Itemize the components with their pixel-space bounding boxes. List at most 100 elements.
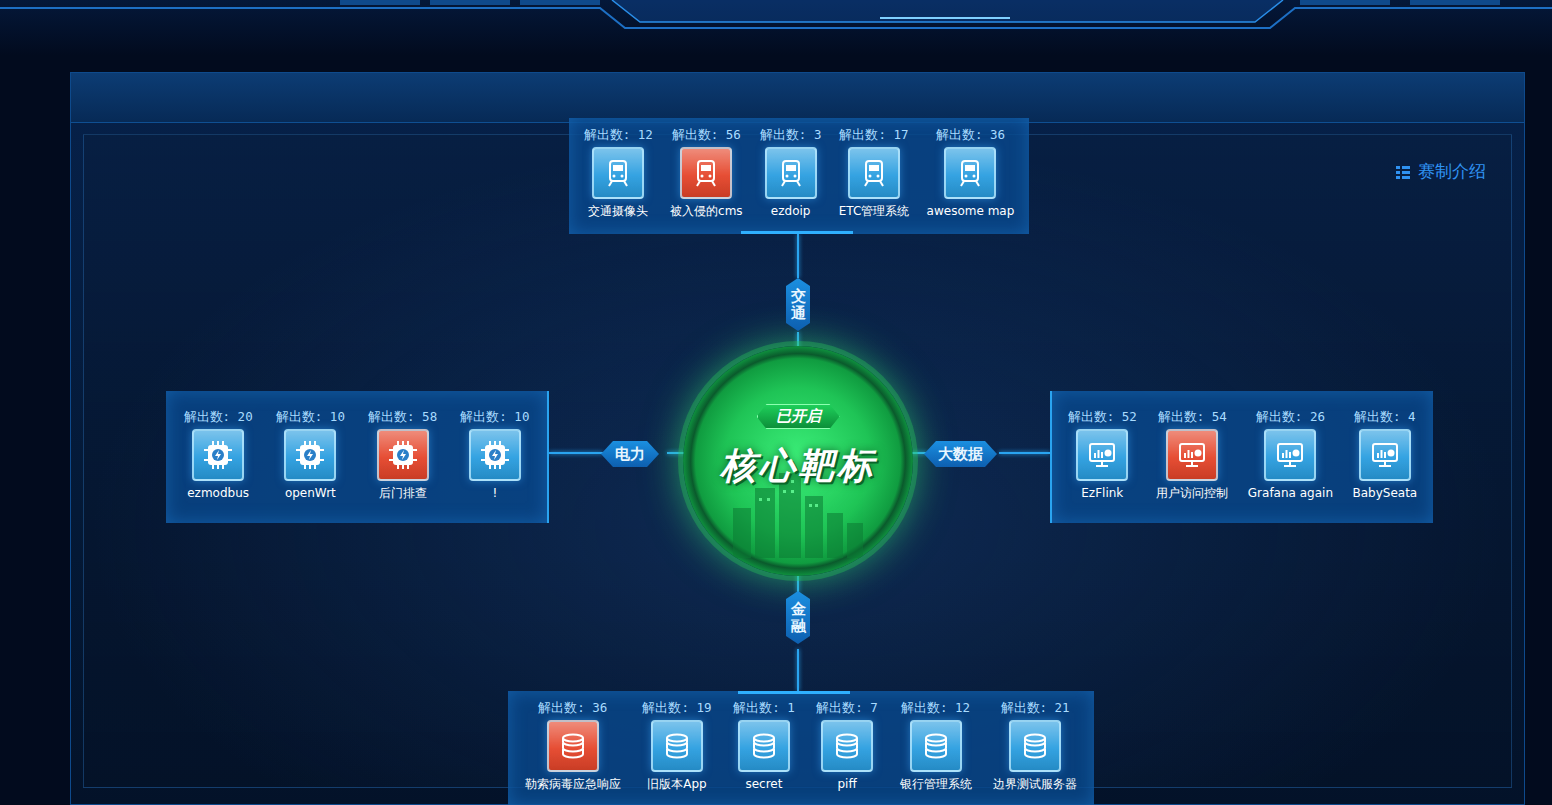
challenge-name[interactable]: BabySeata	[1353, 486, 1418, 502]
challenge-tile[interactable]	[192, 429, 244, 481]
challenge-name[interactable]: 旧版本App	[647, 777, 706, 793]
solve-count: 解出数: 58	[368, 409, 437, 424]
challenge-name[interactable]: 后门排查	[379, 486, 427, 502]
solve-count: 解出数: 12	[584, 127, 653, 142]
sector-label-text: 大数据	[938, 443, 983, 466]
challenge-item[interactable]: 解出数: 21边界测试服务器	[993, 700, 1077, 793]
challenge-tile[interactable]	[1076, 429, 1128, 481]
challenge-name[interactable]: EzFlink	[1081, 486, 1123, 502]
sector-group: 解出数: 12交通摄像头解出数: 56被入侵的cms解出数: 3ezdoip解出…	[569, 118, 1029, 234]
train-icon	[776, 158, 806, 188]
coins-icon	[662, 731, 692, 761]
challenge-item[interactable]: 解出数: 20 ezmodbus	[184, 409, 253, 502]
intro-link[interactable]: 赛制介绍	[1396, 159, 1486, 185]
challenge-name[interactable]: 用户访问控制	[1156, 486, 1228, 502]
chip-icon	[388, 440, 418, 470]
connector-line	[549, 452, 603, 454]
challenge-tile[interactable]	[680, 147, 732, 199]
challenge-item[interactable]: 解出数: 52 EzFlink	[1068, 409, 1137, 502]
intro-text[interactable]: 赛制介绍	[1418, 159, 1486, 185]
challenge-item[interactable]: 解出数: 58 后门排查	[368, 409, 437, 502]
connector-line	[999, 452, 1050, 454]
challenge-item[interactable]: 解出数: 54用户访问控制	[1156, 409, 1228, 502]
challenge-tile[interactable]	[944, 147, 996, 199]
challenge-item[interactable]: 解出数: 19旧版本App	[642, 700, 711, 793]
challenge-tile[interactable]	[592, 147, 644, 199]
solve-count: 解出数: 20	[184, 409, 253, 424]
core-target[interactable]: 已开启核心靶标	[683, 346, 913, 576]
challenge-name[interactable]: ezmodbus	[187, 486, 249, 502]
challenge-tile[interactable]	[765, 147, 817, 199]
coins-icon	[749, 731, 779, 761]
coins-icon	[921, 731, 951, 761]
solve-count: 解出数: 52	[1068, 409, 1137, 424]
challenge-name[interactable]: 边界测试服务器	[993, 777, 1077, 793]
challenge-item[interactable]: 解出数: 36 勒索病毒应急响应	[525, 700, 621, 793]
train-icon	[955, 158, 985, 188]
challenge-tile[interactable]	[547, 720, 599, 772]
challenge-tile[interactable]	[651, 720, 703, 772]
solve-count: 解出数: 56	[672, 127, 741, 142]
challenge-name[interactable]: 被入侵的cms	[670, 204, 743, 220]
challenge-tile[interactable]	[1166, 429, 1218, 481]
challenge-item[interactable]: 解出数: 17 ETC管理系统	[839, 127, 910, 220]
sector-label: 交通	[786, 278, 810, 331]
challenge-name[interactable]: openWrt	[285, 486, 336, 502]
challenge-tile[interactable]	[821, 720, 873, 772]
challenge-name[interactable]: Grafana again	[1248, 486, 1333, 502]
challenge-tile[interactable]	[284, 429, 336, 481]
challenge-tile[interactable]	[1009, 720, 1061, 772]
solve-count: 解出数: 17	[839, 127, 908, 142]
train-icon	[603, 158, 633, 188]
solve-count: 解出数: 10	[460, 409, 529, 424]
sector-label: 电力	[601, 441, 659, 467]
monitor-icon	[1275, 440, 1305, 470]
list-icon	[1396, 165, 1410, 179]
chip-icon	[295, 440, 325, 470]
solve-count: 解出数: 36	[538, 700, 607, 715]
challenge-tile[interactable]	[1264, 429, 1316, 481]
challenge-item[interactable]: 解出数: 12 交通摄像头	[584, 127, 653, 220]
challenge-tile[interactable]	[469, 429, 521, 481]
challenge-name[interactable]: 银行管理系统	[900, 777, 972, 793]
challenge-name[interactable]: ezdoip	[771, 204, 811, 220]
challenge-item[interactable]: 解出数: 10openWrt	[276, 409, 345, 502]
challenge-item[interactable]: 解出数: 3 ezdoip	[760, 127, 822, 220]
challenge-item[interactable]: 解出数: 56 被入侵的cms	[670, 127, 743, 220]
challenge-item[interactable]: 解出数: 1secret	[733, 700, 795, 793]
sector-label: 金融	[786, 591, 810, 644]
coins-icon	[1020, 731, 1050, 761]
coins-icon	[558, 731, 588, 761]
connector-line	[797, 649, 799, 691]
top-bar	[0, 0, 1552, 55]
challenge-name[interactable]: 交通摄像头	[588, 204, 648, 220]
challenge-item[interactable]: 解出数: 10!	[460, 409, 529, 502]
panel-header	[71, 73, 1524, 123]
challenge-item[interactable]: 解出数: 7 piff	[816, 700, 878, 793]
solve-count: 解出数: 7	[816, 700, 878, 715]
challenge-name[interactable]: ETC管理系统	[839, 204, 910, 220]
challenge-name[interactable]: 勒索病毒应急响应	[525, 777, 621, 793]
challenge-name[interactable]: awesome map	[927, 204, 1015, 220]
challenge-item[interactable]: 解出数: 12 银行管理系统	[900, 700, 972, 793]
challenge-item[interactable]: 解出数: 26Grafana again	[1248, 409, 1333, 502]
connector-line	[797, 234, 799, 278]
challenge-name[interactable]: piff	[837, 777, 856, 793]
challenge-tile[interactable]	[377, 429, 429, 481]
challenge-name[interactable]: secret	[745, 777, 782, 793]
train-icon	[691, 158, 721, 188]
target-diagram: 赛制介绍已开启核心靶标交通解出数: 12交通摄像头解出数: 56被入侵的cms解…	[71, 73, 1524, 804]
challenge-tile[interactable]	[910, 720, 962, 772]
sector-label-text: 金融	[791, 601, 806, 634]
solve-count: 解出数: 36	[936, 127, 1005, 142]
challenge-tile[interactable]	[1359, 429, 1411, 481]
solve-count: 解出数: 3	[760, 127, 822, 142]
challenge-tile[interactable]	[738, 720, 790, 772]
sector-group: 解出数: 52 EzFlink 解出数: 54用户访问控制解出数: 26Grafan…	[1050, 391, 1433, 523]
challenge-item[interactable]: 解出数: 36 awesome map	[927, 127, 1015, 220]
challenge-name[interactable]: !	[492, 486, 497, 502]
challenge-tile[interactable]	[848, 147, 900, 199]
solve-count: 解出数: 12	[901, 700, 970, 715]
solve-count: 解出数: 4	[1354, 409, 1416, 424]
challenge-item[interactable]: 解出数: 4 BabySeata	[1353, 409, 1418, 502]
